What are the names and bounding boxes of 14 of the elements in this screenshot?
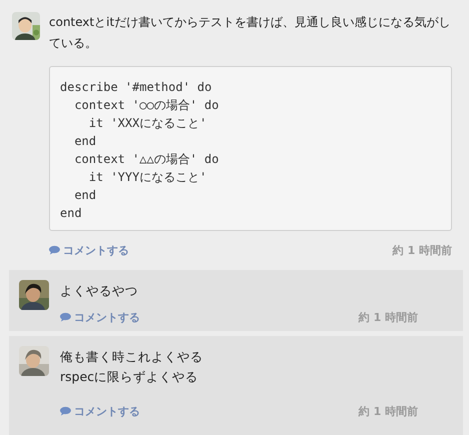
reply-text: 俺も書く時これよくやる (60, 348, 204, 366)
comment-text: contextとitだけ書いてからテストを書けば、見通し良い感じになる気がしている。 (49, 14, 452, 52)
code-block: describe '#method' do context '○○の場合' do it 'XXXになること' end context '△△の場合' do it 'YYYになること' end end (49, 66, 452, 231)
timestamp: 約 1 時間前 (358, 404, 418, 418)
reply-text: rspecに限らずよくやる (60, 368, 200, 386)
speech-bubble-icon (49, 245, 60, 255)
speech-bubble-icon (60, 312, 71, 322)
timestamp: 約 1 時間前 (358, 310, 418, 324)
comment-link[interactable]: コメントする (60, 310, 140, 324)
timestamp: 約 1 時間前 (392, 242, 452, 258)
comment-link[interactable]: コメントする (49, 242, 129, 258)
comment-link[interactable]: コメントする (60, 404, 140, 418)
speech-bubble-icon (60, 406, 71, 416)
reply-text: よくやるやつ (60, 282, 139, 300)
